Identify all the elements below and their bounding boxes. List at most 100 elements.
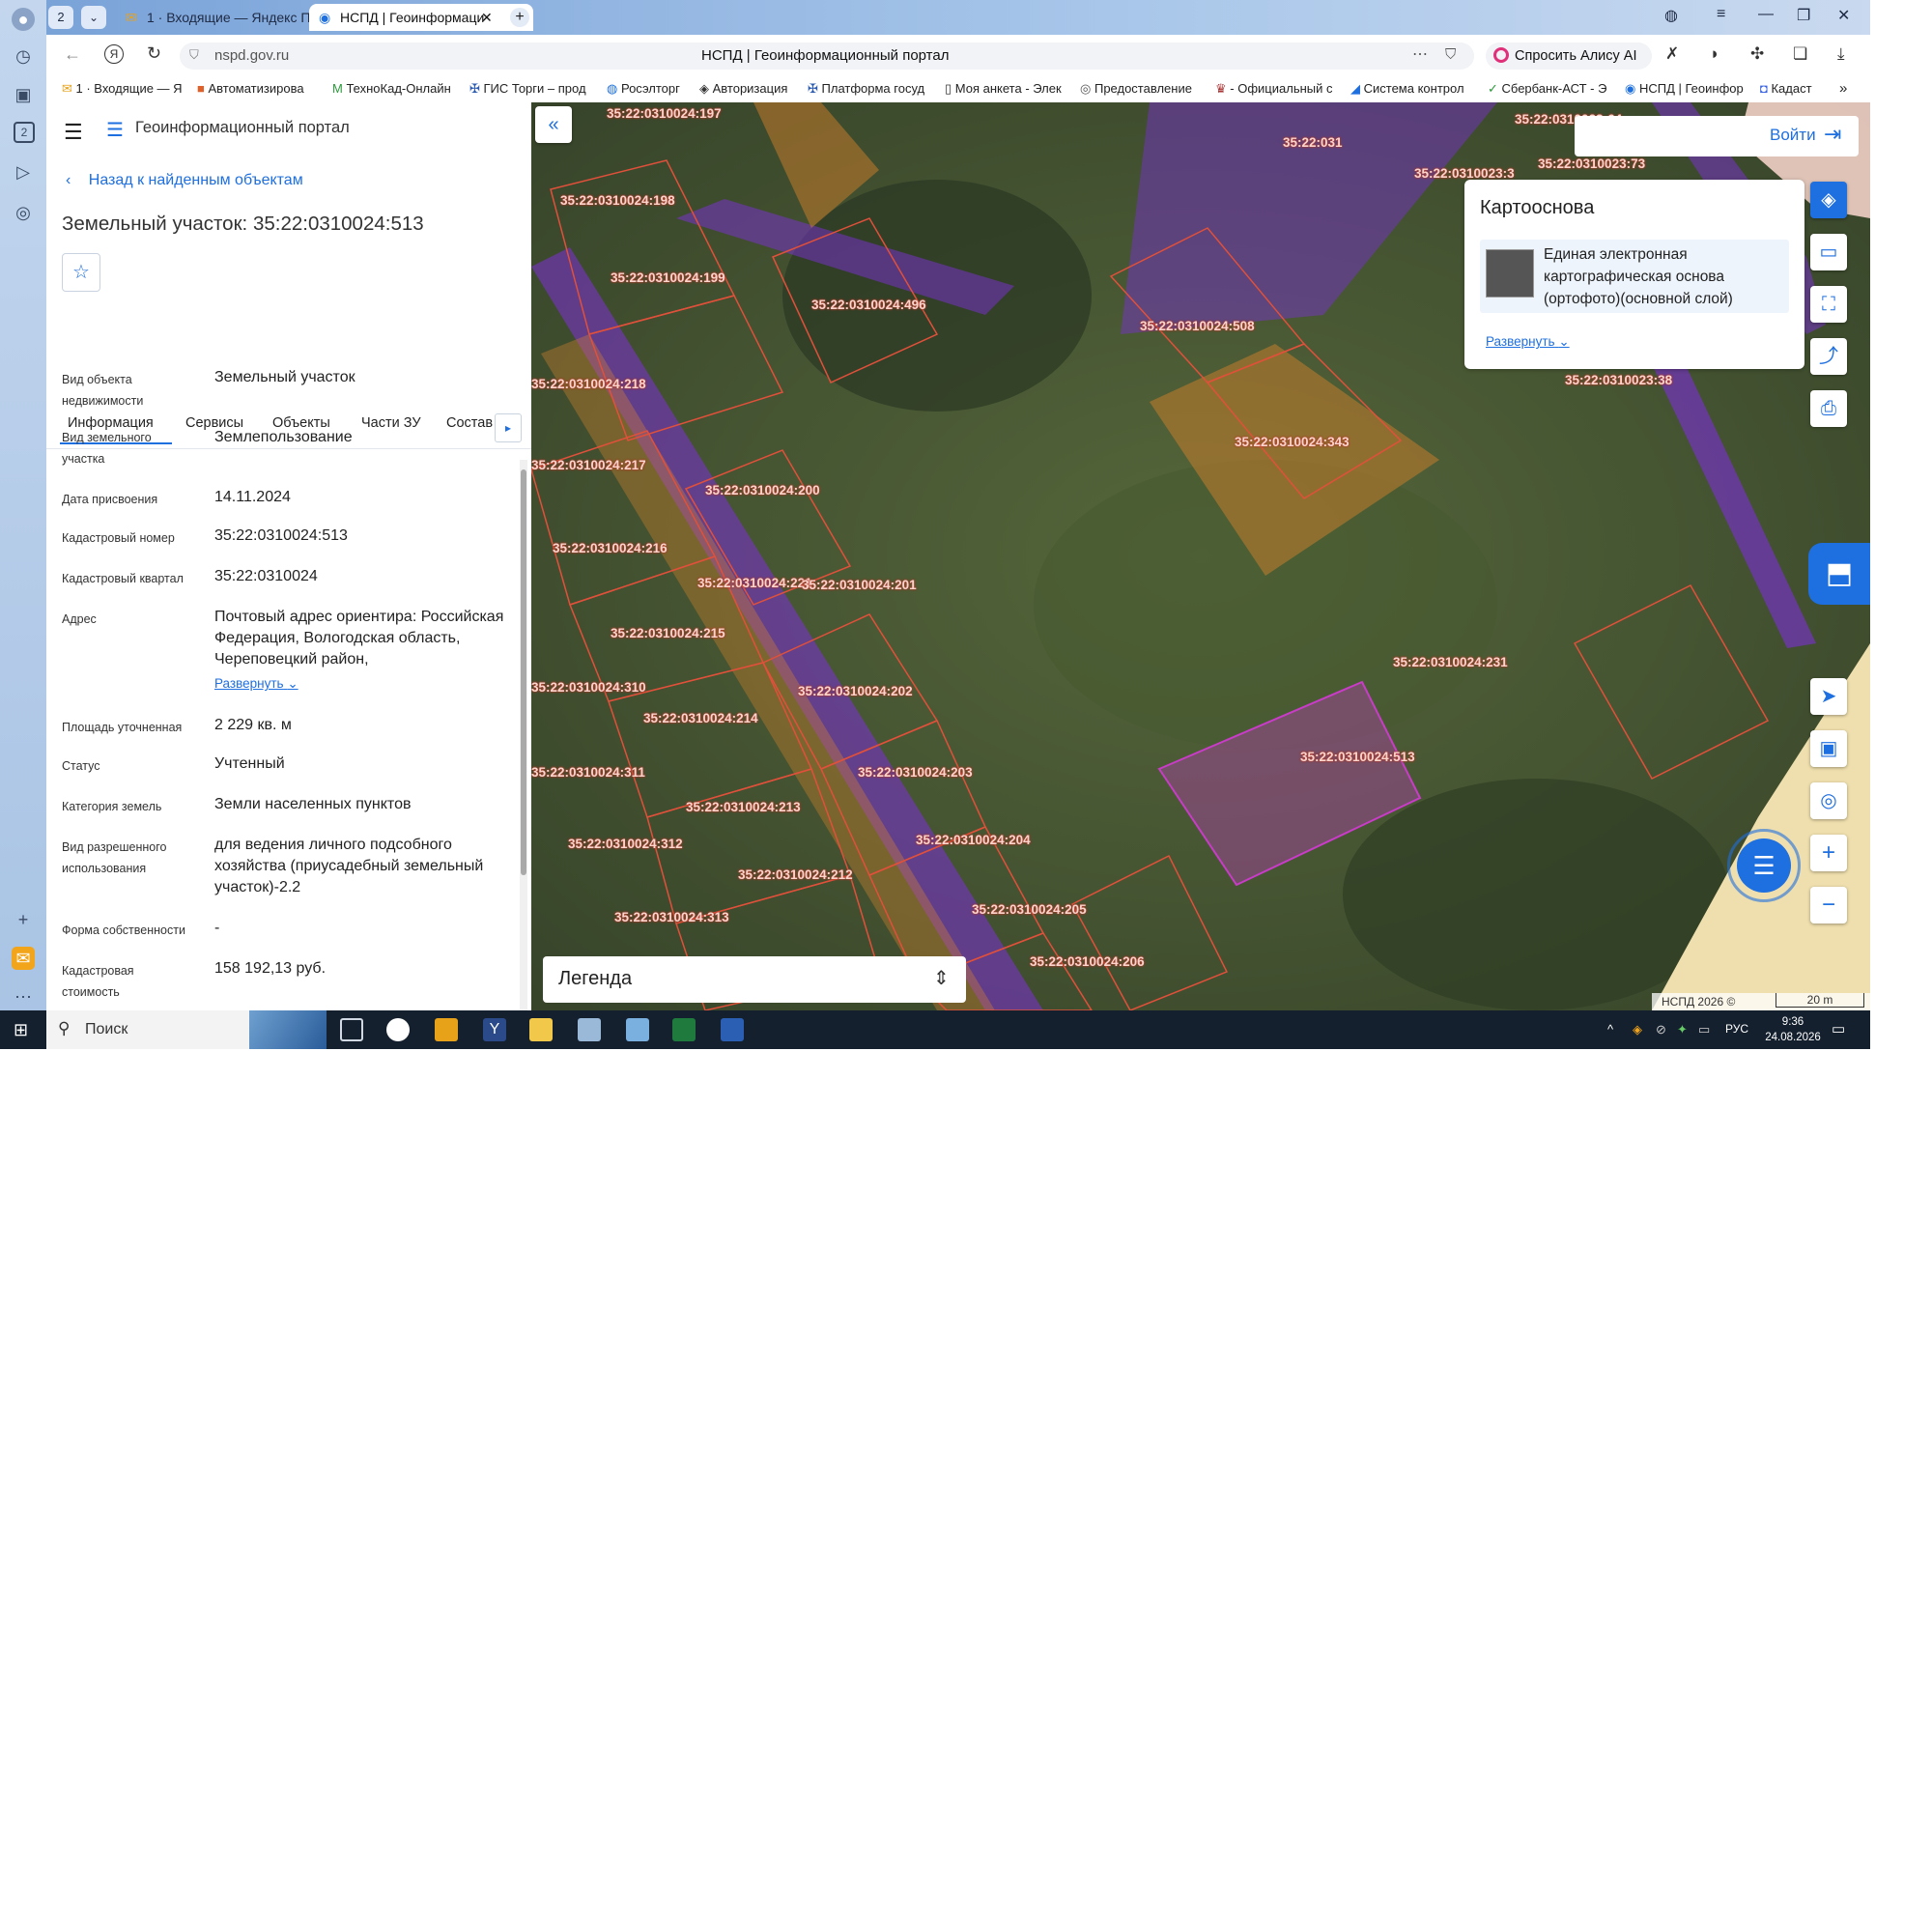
locate-button[interactable]: ➤ [1810,678,1847,715]
map-canvas[interactable]: 35:22:0310024:197 35:22:0310024:198 35:22:… [531,102,1870,1010]
parcel-label[interactable]: 35:22:0310023:3 [1414,166,1515,181]
bookmark-item[interactable]: ▯ Моя анкета - Элек [945,79,1068,99]
app-c-icon[interactable] [386,1018,410,1041]
parcel-label[interactable]: 35:22:0310024:343 [1235,435,1350,449]
more-icon[interactable]: ⋯ [12,985,35,1009]
feedback-tab[interactable]: ⬒ [1808,543,1870,605]
collapse-panel-button[interactable]: « [535,106,572,143]
menu-icon[interactable]: ≡ [1717,6,1725,23]
screenshot-icon[interactable]: ◎ [12,201,35,224]
back-to-results-link[interactable]: ‹ Назад к найденным объектам [66,172,303,193]
bookmark-item[interactable]: M ТехноКад-Онлайн [332,79,454,99]
parcel-label[interactable]: 35:22:0310024:213 [686,800,801,814]
parcel-label[interactable]: 35:22:0310024:200 [705,483,820,497]
downloads-status-icon[interactable]: ◍ [1664,6,1678,25]
ask-alice-button[interactable]: Спросить Алису AI [1486,43,1652,70]
favorite-button[interactable]: ☆ [62,253,100,292]
parcel-label[interactable]: 35:22:0310024:231 [1393,655,1508,669]
parcel-label[interactable]: 35:22:0310024:313 [614,910,729,924]
tray-display-icon[interactable]: ▭ [1698,1022,1710,1037]
excel-icon[interactable] [672,1018,696,1041]
tray-chevron-icon[interactable]: ^ [1607,1022,1613,1037]
minimap-button[interactable]: ▣ [1810,730,1847,767]
parcel-label[interactable]: 35:22:0310024:205 [972,902,1087,917]
task-view-icon[interactable] [340,1018,363,1041]
bookmark-item[interactable]: ✠ ГИС Торги – прод [469,79,595,99]
extension-shield-icon[interactable]: ◗ [1710,44,1719,64]
parcel-label[interactable]: 35:22:0310024:214 [643,711,758,725]
basemap-expand-link[interactable]: Развернуть ⌄ [1486,334,1570,350]
new-tab-button[interactable]: + [510,8,529,27]
clock[interactable]: 9:36 24.08.2026 [1764,1014,1822,1045]
parcel-label[interactable]: 35:22:0310024:217 [531,458,646,472]
select-area-button[interactable]: ⛶ [1810,286,1847,323]
legend-button[interactable]: Легенда ⇕ [543,956,966,1003]
parcel-label[interactable]: 35:22:0310023:38 [1565,373,1672,387]
layers-button[interactable]: ◈ [1810,182,1847,218]
parcel-label[interactable]: 35:22:0310024:311 [531,765,645,780]
tabs-count-icon[interactable]: 2 [14,122,35,143]
more-options-icon[interactable]: ⋯ [1412,44,1428,64]
parcel-label[interactable]: 35:22:0310024:197 [607,106,722,121]
history-icon[interactable]: ◷ [12,44,35,68]
mail-icon[interactable]: ✉ [12,947,35,970]
add-icon[interactable]: + [12,908,35,931]
parcel-label[interactable]: 35:22:0310024:216 [553,541,668,555]
tray-network-off-icon[interactable]: ⊘ [1656,1022,1666,1037]
yandex-browser-icon[interactable]: Y [483,1018,506,1041]
close-window-icon[interactable]: ✕ [1837,6,1850,25]
bookmark-item[interactable]: ✠ Платформа госуд [808,79,933,99]
parcel-label[interactable]: 35:22:0310024:203 [858,765,973,780]
app-icon[interactable] [578,1018,601,1041]
play-icon[interactable]: ▷ [12,160,35,184]
yandex-icon[interactable]: Я [104,44,124,64]
chat-assistant-button[interactable]: ☰ [1737,838,1791,893]
minimize-icon[interactable]: — [1758,6,1774,23]
measure-button[interactable]: ▭ [1810,234,1847,270]
parcel-label[interactable]: 35:22:0310024:199 [611,270,725,285]
tray-app-icon[interactable]: ◈ [1633,1022,1642,1037]
tray-security-icon[interactable]: ✦ [1677,1022,1688,1037]
collections-toolbar-icon[interactable]: ❏ [1793,44,1807,64]
address-expand-link[interactable]: Развернуть ⌄ [214,676,298,692]
bookmark-item[interactable]: ■ Автоматизирова [197,79,319,99]
parcel-label[interactable]: 35:22:0310024:310 [531,680,646,695]
taskbar-search[interactable]: ⚲ Поиск [46,1010,327,1049]
back-icon[interactable]: ← [64,44,81,65]
zoom-out-button[interactable]: − [1810,887,1847,923]
bookmark-item[interactable]: ◈ Авторизация [699,79,802,99]
extensions-icon[interactable]: ✣ [1750,44,1764,64]
bookmark-item[interactable]: ◍ Росэлторг [607,79,703,99]
parcel-label[interactable]: 35:22:0310024:206 [1030,954,1145,969]
basemap-layer-item[interactable]: Единая электронная картографическая осно… [1480,240,1789,313]
parcel-label[interactable]: 35:22:0310024:202 [798,684,913,698]
address-field[interactable]: ⛉ nspd.gov.ru НСПД | Геоинформационный п… [180,43,1474,70]
bookmark-item[interactable]: ♛ - Официальный с [1215,79,1339,99]
extension-x-icon[interactable]: ✗ [1665,44,1679,64]
zoom-in-button[interactable]: + [1810,835,1847,871]
reload-icon[interactable]: ↻ [147,43,161,64]
parcel-label[interactable]: 35:22:0310024:212 [738,867,853,882]
word-icon[interactable] [721,1018,744,1041]
bookmark-item[interactable]: ✓ Сбербанк-АСТ - Э [1488,79,1611,99]
tab-nspd[interactable]: ◉ НСПД | Геоинформаци ✕ [309,4,533,31]
parcel-label[interactable]: 35:22:0310023:73 [1538,156,1645,171]
scrollbar-thumb[interactable] [521,469,526,875]
parcel-label[interactable]: 35:22:0310024:221 [697,576,812,590]
explorer-icon[interactable] [529,1018,553,1041]
profile-icon[interactable]: ● [12,8,35,31]
tab-list-chevron-icon[interactable]: ⌄ [81,6,106,29]
hamburger-menu-icon[interactable]: ☰ [64,120,83,145]
parcel-label[interactable]: 35:22:0310024:508 [1140,319,1255,333]
bookmark-icon[interactable]: ⛉ [1445,46,1456,63]
bookmark-item[interactable]: ✉ 1 · Входящие — Я [62,79,184,99]
bookmark-item[interactable]: ◘ Кадаст [1760,79,1830,99]
bookmark-item[interactable]: ◎ Предоставление [1080,79,1200,99]
parcel-label[interactable]: 35:22:0310024:198 [560,193,675,208]
parcel-label[interactable]: 35:22:0310024:312 [568,837,683,851]
parcel-label[interactable]: 35:22:0310024:513 [1300,750,1415,764]
restore-icon[interactable]: ❐ [1797,6,1810,25]
parcel-label[interactable]: 35:22:0310024:201 [802,578,917,592]
collections-icon[interactable]: ▣ [12,83,35,106]
login-icon[interactable]: ⇥ [1824,122,1841,147]
